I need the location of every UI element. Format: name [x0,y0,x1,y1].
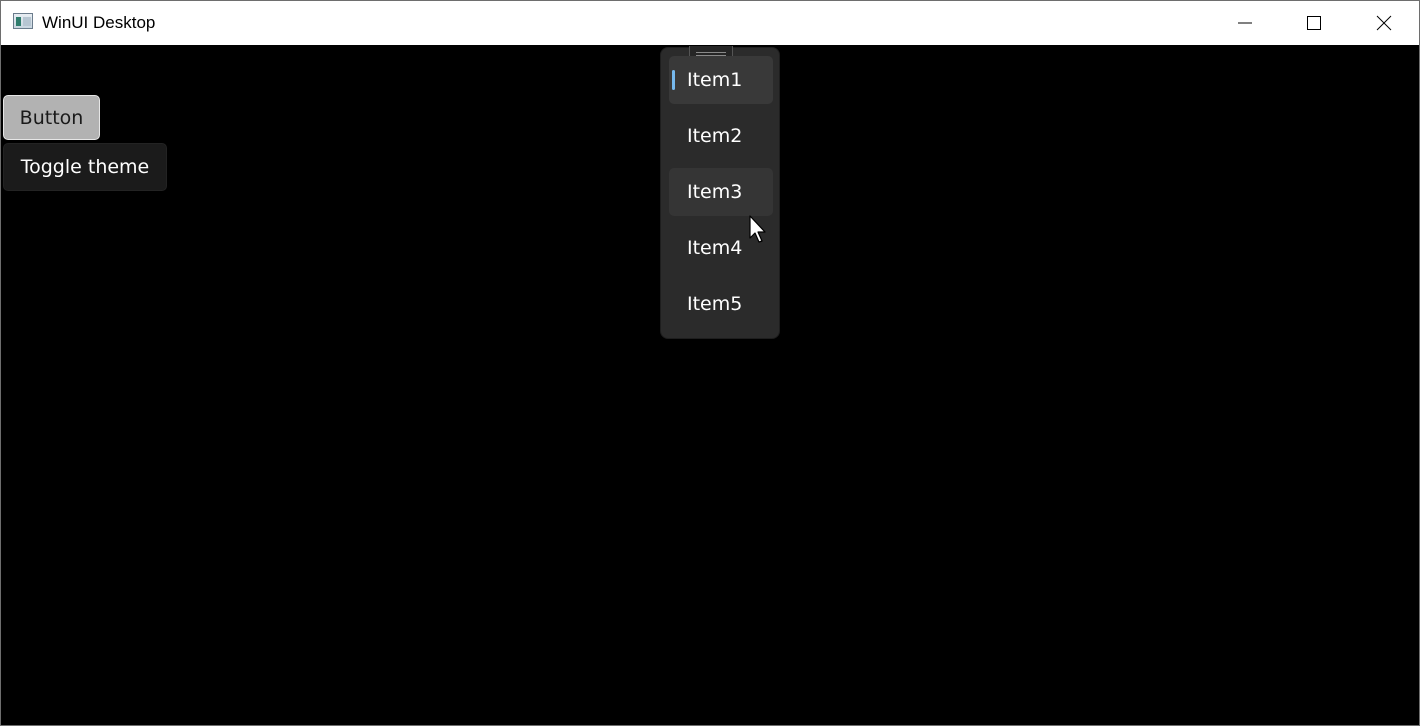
list-item-label: Item3 [687,181,743,203]
app-window: WinUI Desktop Button Toggle theme Item1 [0,0,1420,726]
list-item-item1[interactable]: Item1 [669,56,773,104]
list-item-label: Item5 [687,293,743,315]
minimize-icon [1238,22,1252,24]
list-item-item2[interactable]: Item2 [669,112,773,160]
maximize-icon [1307,16,1321,30]
minimize-button[interactable] [1210,1,1280,45]
list-item-label: Item1 [687,69,743,91]
app-icon [13,13,33,29]
list-item-label: Item2 [687,125,743,147]
close-button[interactable] [1349,1,1419,45]
list-item-label: Item4 [687,237,743,259]
close-icon [1376,15,1392,31]
selection-indicator [672,70,675,90]
maximize-button[interactable] [1279,1,1349,45]
toggle-theme-button[interactable]: Toggle theme [3,143,167,191]
list-item-item5[interactable]: Item5 [669,280,773,328]
title-bar[interactable]: WinUI Desktop [1,1,1419,45]
mouse-pointer-icon [749,215,766,243]
list-item-item3[interactable]: Item3 [669,168,773,216]
list-popup: Item1 Item2 Item3 Item4 Item5 [660,46,780,339]
button[interactable]: Button [3,95,100,140]
window-title: WinUI Desktop [42,13,156,32]
